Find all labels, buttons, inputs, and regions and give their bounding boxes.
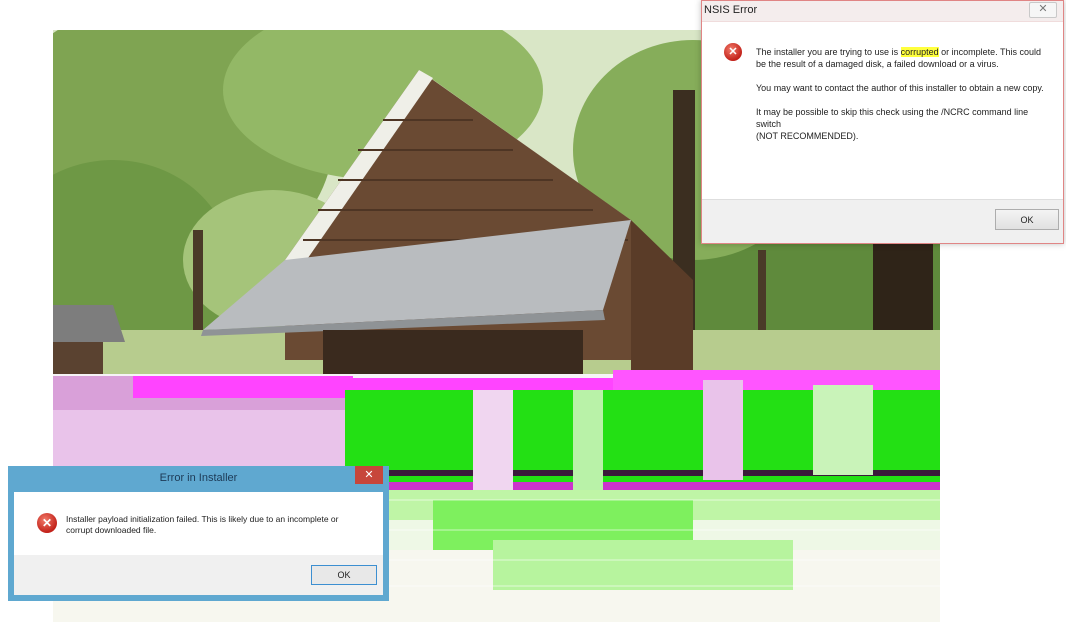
highlighted-word: corrupted: [900, 47, 939, 57]
nsis-titlebar[interactable]: NSIS Error ✕: [702, 1, 1063, 22]
nsis-message: The installer you are trying to use is c…: [756, 46, 1046, 154]
nsis-error-dialog: NSIS Error ✕ ✕ The installer you are try…: [701, 0, 1064, 244]
msg-text: (NOT RECOMMENDED).: [756, 131, 859, 141]
msg-text: It may be possible to skip this check us…: [756, 107, 1029, 129]
error-icon: ✕: [37, 513, 57, 533]
installer-footer: OK: [14, 555, 383, 595]
installer-ok-button[interactable]: OK: [311, 565, 377, 585]
installer-client-area: ✕ Installer payload initialization faile…: [14, 492, 383, 595]
installer-message: Installer payload initialization failed.…: [66, 514, 339, 535]
nsis-message-para1: The installer you are trying to use is c…: [756, 46, 1046, 70]
nsis-message-para2: You may want to contact the author of th…: [756, 83, 1044, 93]
installer-error-dialog: Error in Installer ✕ ✕ Installer payload…: [8, 466, 389, 601]
msg-text: The installer you are trying to use is: [756, 47, 901, 57]
nsis-dialog-title: NSIS Error: [704, 4, 758, 16]
nsis-ok-button[interactable]: OK: [995, 209, 1059, 230]
nsis-footer: OK: [702, 199, 1063, 243]
nsis-close-button[interactable]: ✕: [1029, 2, 1057, 18]
error-icon: ✕: [724, 43, 742, 61]
installer-titlebar[interactable]: Error in Installer ✕: [14, 466, 383, 492]
installer-dialog-title: Error in Installer: [159, 472, 238, 484]
nsis-message-para3: It may be possible to skip this check us…: [756, 106, 1046, 142]
installer-close-button[interactable]: ✕: [355, 466, 383, 484]
